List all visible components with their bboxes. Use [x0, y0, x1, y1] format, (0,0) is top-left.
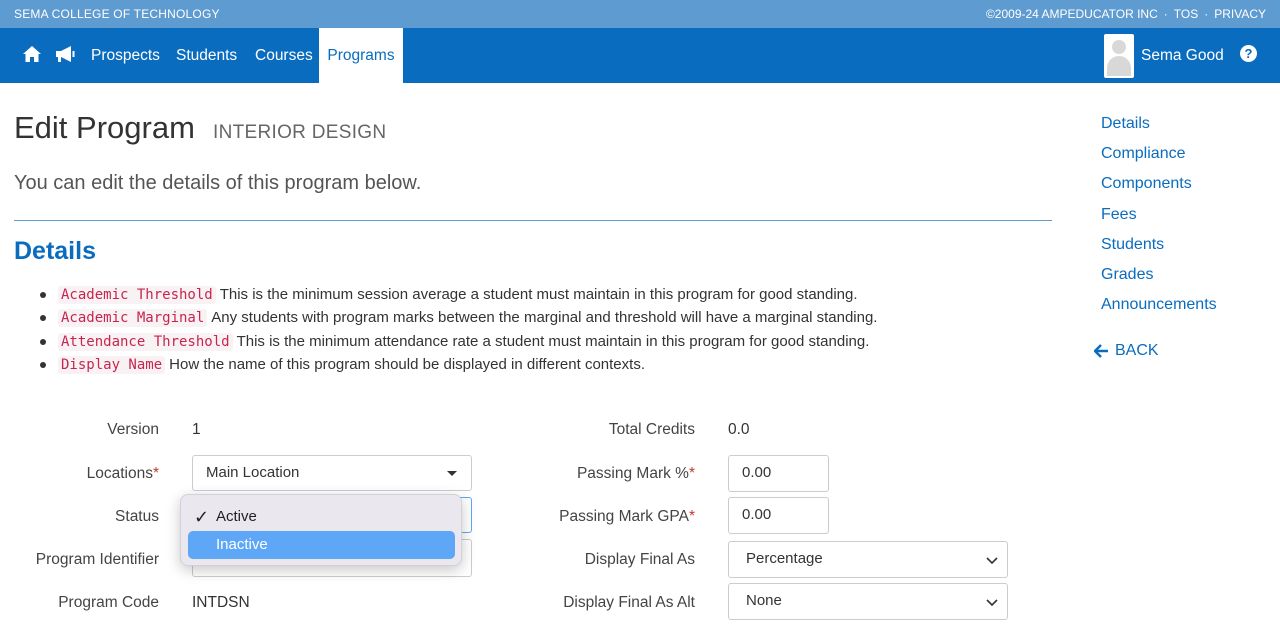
passing-mark-input[interactable]: 0.00: [728, 455, 829, 492]
definition-desc: Any students with program marks between …: [211, 309, 878, 327]
separator: ·: [1204, 7, 1209, 21]
nav-programs[interactable]: Programs: [319, 28, 403, 83]
status-dropdown-menu: ✓ Active Inactive: [180, 494, 462, 566]
side-nav-fees[interactable]: Fees: [1101, 203, 1217, 233]
megaphone-icon[interactable]: [54, 44, 76, 64]
locations-label: Locations*: [86, 465, 159, 482]
locations-selected-value: Main Location: [206, 464, 300, 481]
version-value: 1: [192, 421, 201, 438]
definition-item: Display Name How the name of this program…: [40, 353, 1040, 376]
section-title-details: Details: [14, 237, 96, 265]
side-nav: Details Compliance Components Fees Stude…: [1101, 112, 1217, 323]
checkmark-icon: ✓: [194, 507, 210, 527]
org-name: SEMA COLLEGE OF TECHNOLOGY: [14, 7, 220, 21]
definition-desc: This is the minimum session average a st…: [219, 286, 858, 303]
definition-term: Display Name: [58, 356, 166, 375]
divider: [14, 220, 1052, 221]
back-label: BACK: [1115, 342, 1159, 359]
status-option-active[interactable]: ✓ Active: [188, 503, 455, 531]
main-navbar: Prospects Students Courses Programs Sema…: [0, 28, 1280, 83]
nav-prospects[interactable]: Prospects: [91, 28, 160, 83]
program-identifier-label: Program Identifier: [35, 551, 159, 568]
definition-item: Academic Threshold This is the minimum se…: [40, 283, 1040, 306]
side-nav-components[interactable]: Components: [1101, 172, 1217, 202]
side-nav-details[interactable]: Details: [1101, 112, 1217, 142]
definition-desc: This is the minimum attendance rate a st…: [236, 332, 870, 350]
program-name-subtitle: INTERIOR DESIGN: [213, 122, 387, 143]
caret-down-icon: [447, 471, 457, 476]
avatar[interactable]: [1104, 34, 1134, 78]
program-code-value: INTDSN: [192, 594, 250, 611]
locations-select[interactable]: Main Location: [192, 455, 472, 491]
back-button[interactable]: BACK: [1094, 342, 1159, 360]
copyright-text: ©2009-24 AMPEDUCATOR INC: [985, 7, 1158, 21]
side-nav-grades[interactable]: Grades: [1101, 263, 1217, 293]
definition-item: Academic Marginal Any students with progr…: [40, 306, 1040, 329]
total-credits-value: 0.0: [728, 421, 750, 438]
passing-gpa-label: Passing Mark GPA*: [559, 508, 695, 525]
definition-term: Academic Marginal: [58, 309, 208, 328]
definitions-list: Academic Threshold This is the minimum se…: [40, 283, 1040, 377]
privacy-link[interactable]: PRIVACY: [1214, 7, 1266, 21]
display-final-select[interactable]: Percentage: [728, 541, 1008, 578]
top-strip-links: ©2009-24 AMPEDUCATOR INC · TOS · PRIVACY: [986, 7, 1266, 21]
chevron-down-icon: [986, 557, 998, 565]
home-icon[interactable]: [22, 44, 42, 64]
question-circle-icon[interactable]: ?: [1240, 45, 1257, 62]
definition-desc: How the name of this program should be d…: [169, 356, 645, 374]
top-strip: SEMA COLLEGE OF TECHNOLOGY ©2009-24 AMPE…: [0, 0, 1280, 28]
display-final-alt-select[interactable]: None: [728, 583, 1008, 620]
status-option-inactive[interactable]: Inactive: [188, 531, 455, 559]
user-name[interactable]: Sema Good: [1141, 28, 1224, 83]
nav-students[interactable]: Students: [176, 28, 237, 83]
display-final-label: Display Final As: [584, 551, 695, 568]
page-title: Edit Program: [14, 110, 195, 145]
side-nav-students[interactable]: Students: [1101, 233, 1217, 263]
side-nav-announcements[interactable]: Announcements: [1101, 293, 1217, 323]
version-label: Version: [107, 421, 159, 438]
chevron-down-icon: [986, 599, 998, 607]
definition-term: Academic Threshold: [58, 286, 216, 304]
side-nav-compliance[interactable]: Compliance: [1101, 142, 1217, 172]
page-lead: You can edit the details of this program…: [14, 172, 422, 194]
nav-courses[interactable]: Courses: [255, 28, 313, 83]
status-label: Status: [115, 508, 159, 525]
passing-gpa-input[interactable]: 0.00: [728, 497, 829, 534]
program-code-label: Program Code: [58, 594, 159, 611]
tos-link[interactable]: TOS: [1174, 7, 1198, 21]
total-credits-label: Total Credits: [608, 421, 695, 438]
separator: ·: [1163, 7, 1168, 21]
definition-term: Attendance Threshold: [58, 332, 233, 351]
display-final-alt-label: Display Final As Alt: [563, 594, 695, 611]
passing-mark-label: Passing Mark %*: [576, 465, 695, 482]
definition-item: Attendance Threshold This is the minimum …: [40, 330, 1040, 353]
arrow-left-icon: [1094, 344, 1108, 358]
